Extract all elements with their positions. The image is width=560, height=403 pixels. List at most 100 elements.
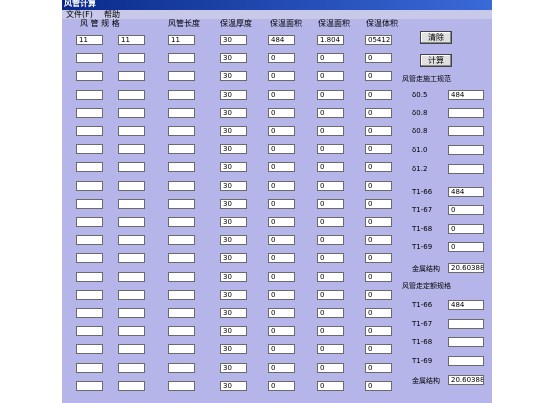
grid-cell-input[interactable]: 0 xyxy=(365,290,392,300)
grid-cell-input[interactable]: 30 xyxy=(220,381,247,391)
t1-row-input[interactable]: 0 xyxy=(448,205,484,215)
grid-cell-input[interactable]: 30 xyxy=(220,344,247,354)
grid-cell-input[interactable] xyxy=(168,217,195,227)
grid-cell-input[interactable]: 0 xyxy=(317,90,344,100)
grid-cell-input[interactable] xyxy=(76,53,103,63)
grid-cell-input[interactable]: 0 xyxy=(365,326,392,336)
grid-cell-input[interactable]: 30 xyxy=(220,71,247,81)
grid-cell-input[interactable] xyxy=(118,181,145,191)
grid-cell-input[interactable]: 0 xyxy=(268,126,295,136)
grid-cell-input[interactable] xyxy=(118,108,145,118)
grid-cell-input[interactable] xyxy=(118,290,145,300)
grid-cell-input[interactable] xyxy=(76,71,103,81)
grid-cell-input[interactable]: 0 xyxy=(268,144,295,154)
grid-cell-input[interactable]: 0 xyxy=(268,199,295,209)
grid-cell-input[interactable]: 11 xyxy=(76,35,103,45)
grid-cell-input[interactable]: 0 xyxy=(317,344,344,354)
grid-cell-input[interactable]: 0 xyxy=(365,235,392,245)
grid-cell-input[interactable]: 30 xyxy=(220,235,247,245)
grid-cell-input[interactable] xyxy=(168,71,195,81)
grid-cell-input[interactable] xyxy=(118,199,145,209)
grid-cell-input[interactable]: 0 xyxy=(268,217,295,227)
grid-cell-input[interactable]: 0 xyxy=(365,308,392,318)
grid-cell-input[interactable]: 0 xyxy=(365,144,392,154)
grid-cell-input[interactable]: 0 xyxy=(317,363,344,373)
grid-cell-input[interactable]: 0 xyxy=(317,53,344,63)
grid-cell-input[interactable]: 0 xyxy=(268,326,295,336)
grid-cell-input[interactable] xyxy=(118,144,145,154)
grid-cell-input[interactable] xyxy=(76,253,103,263)
grid-cell-input[interactable]: 0 xyxy=(365,217,392,227)
grid-cell-input[interactable] xyxy=(168,144,195,154)
grid-cell-input[interactable]: 0 xyxy=(317,253,344,263)
grid-cell-input[interactable]: 0 xyxy=(268,363,295,373)
grid-cell-input[interactable]: 30 xyxy=(220,217,247,227)
grid-cell-input[interactable]: 0 xyxy=(268,344,295,354)
grid-cell-input[interactable]: 0 xyxy=(365,108,392,118)
grid-cell-input[interactable]: 0 xyxy=(365,199,392,209)
grid-cell-input[interactable]: 0 xyxy=(268,181,295,191)
grid-cell-input[interactable] xyxy=(118,363,145,373)
grid-cell-input[interactable]: 30 xyxy=(220,162,247,172)
grid-cell-input[interactable]: 0 xyxy=(317,217,344,227)
grid-cell-input[interactable]: 1.804 xyxy=(317,35,344,45)
grid-cell-input[interactable] xyxy=(168,344,195,354)
grid-cell-input[interactable] xyxy=(76,326,103,336)
grid-cell-input[interactable] xyxy=(76,290,103,300)
delta-row-input[interactable] xyxy=(448,126,484,136)
delta-row-input[interactable] xyxy=(448,145,484,155)
grid-cell-input[interactable]: 30 xyxy=(220,90,247,100)
grid-cell-input[interactable]: 0 xyxy=(268,162,295,172)
grid-cell-input[interactable]: 0 xyxy=(317,126,344,136)
grid-cell-input[interactable]: 11 xyxy=(118,35,145,45)
grid-cell-input[interactable] xyxy=(168,381,195,391)
grid-cell-input[interactable] xyxy=(76,272,103,282)
grid-cell-input[interactable] xyxy=(118,253,145,263)
grid-cell-input[interactable]: 30 xyxy=(220,181,247,191)
grid-cell-input[interactable]: 30 xyxy=(220,53,247,63)
grid-cell-input[interactable] xyxy=(168,363,195,373)
grid-cell-input[interactable] xyxy=(168,181,195,191)
clear-button[interactable]: 清除 xyxy=(420,31,452,44)
grid-cell-input[interactable]: 0 xyxy=(268,53,295,63)
grid-cell-input[interactable]: 0 xyxy=(365,272,392,282)
grid-cell-input[interactable]: 0 xyxy=(317,235,344,245)
grid-cell-input[interactable]: 30 xyxy=(220,199,247,209)
grid-cell-input[interactable]: 11 xyxy=(168,35,195,45)
grid-cell-input[interactable] xyxy=(168,326,195,336)
delta-row-input[interactable]: 484 xyxy=(448,90,484,100)
grid-cell-input[interactable] xyxy=(118,53,145,63)
grid-cell-input[interactable] xyxy=(76,308,103,318)
grid-cell-input[interactable]: 484 xyxy=(268,35,295,45)
grid-cell-input[interactable]: 0 xyxy=(317,308,344,318)
grid-cell-input[interactable]: 0 xyxy=(317,272,344,282)
grid-cell-input[interactable]: 0 xyxy=(268,381,295,391)
grid-cell-input[interactable] xyxy=(118,235,145,245)
grid-cell-input[interactable] xyxy=(76,344,103,354)
grid-cell-input[interactable] xyxy=(168,162,195,172)
grid-cell-input[interactable] xyxy=(168,235,195,245)
grid-cell-input[interactable]: 0 xyxy=(317,181,344,191)
grid-cell-input[interactable]: 0 xyxy=(317,381,344,391)
grid-cell-input[interactable] xyxy=(168,90,195,100)
grid-cell-input[interactable]: 0 xyxy=(365,181,392,191)
grid-cell-input[interactable] xyxy=(118,217,145,227)
grid-cell-input[interactable] xyxy=(76,126,103,136)
grid-cell-input[interactable] xyxy=(118,344,145,354)
grid-cell-input[interactable] xyxy=(168,253,195,263)
grid-cell-input[interactable]: 0 xyxy=(317,162,344,172)
grid-cell-input[interactable] xyxy=(76,217,103,227)
grid-cell-input[interactable] xyxy=(76,381,103,391)
grid-cell-input[interactable]: 30 xyxy=(220,363,247,373)
grid-cell-input[interactable]: 0 xyxy=(317,144,344,154)
t2-row-input[interactable] xyxy=(448,356,484,366)
grid-cell-input[interactable]: 30 xyxy=(220,326,247,336)
grid-cell-input[interactable] xyxy=(76,235,103,245)
grid-cell-input[interactable] xyxy=(76,144,103,154)
grid-cell-input[interactable]: 0 xyxy=(317,290,344,300)
grid-cell-input[interactable]: 30 xyxy=(220,144,247,154)
grid-cell-input[interactable]: 0 xyxy=(317,108,344,118)
grid-cell-input[interactable]: 0 xyxy=(365,253,392,263)
grid-cell-input[interactable] xyxy=(168,308,195,318)
grid-cell-input[interactable] xyxy=(118,90,145,100)
